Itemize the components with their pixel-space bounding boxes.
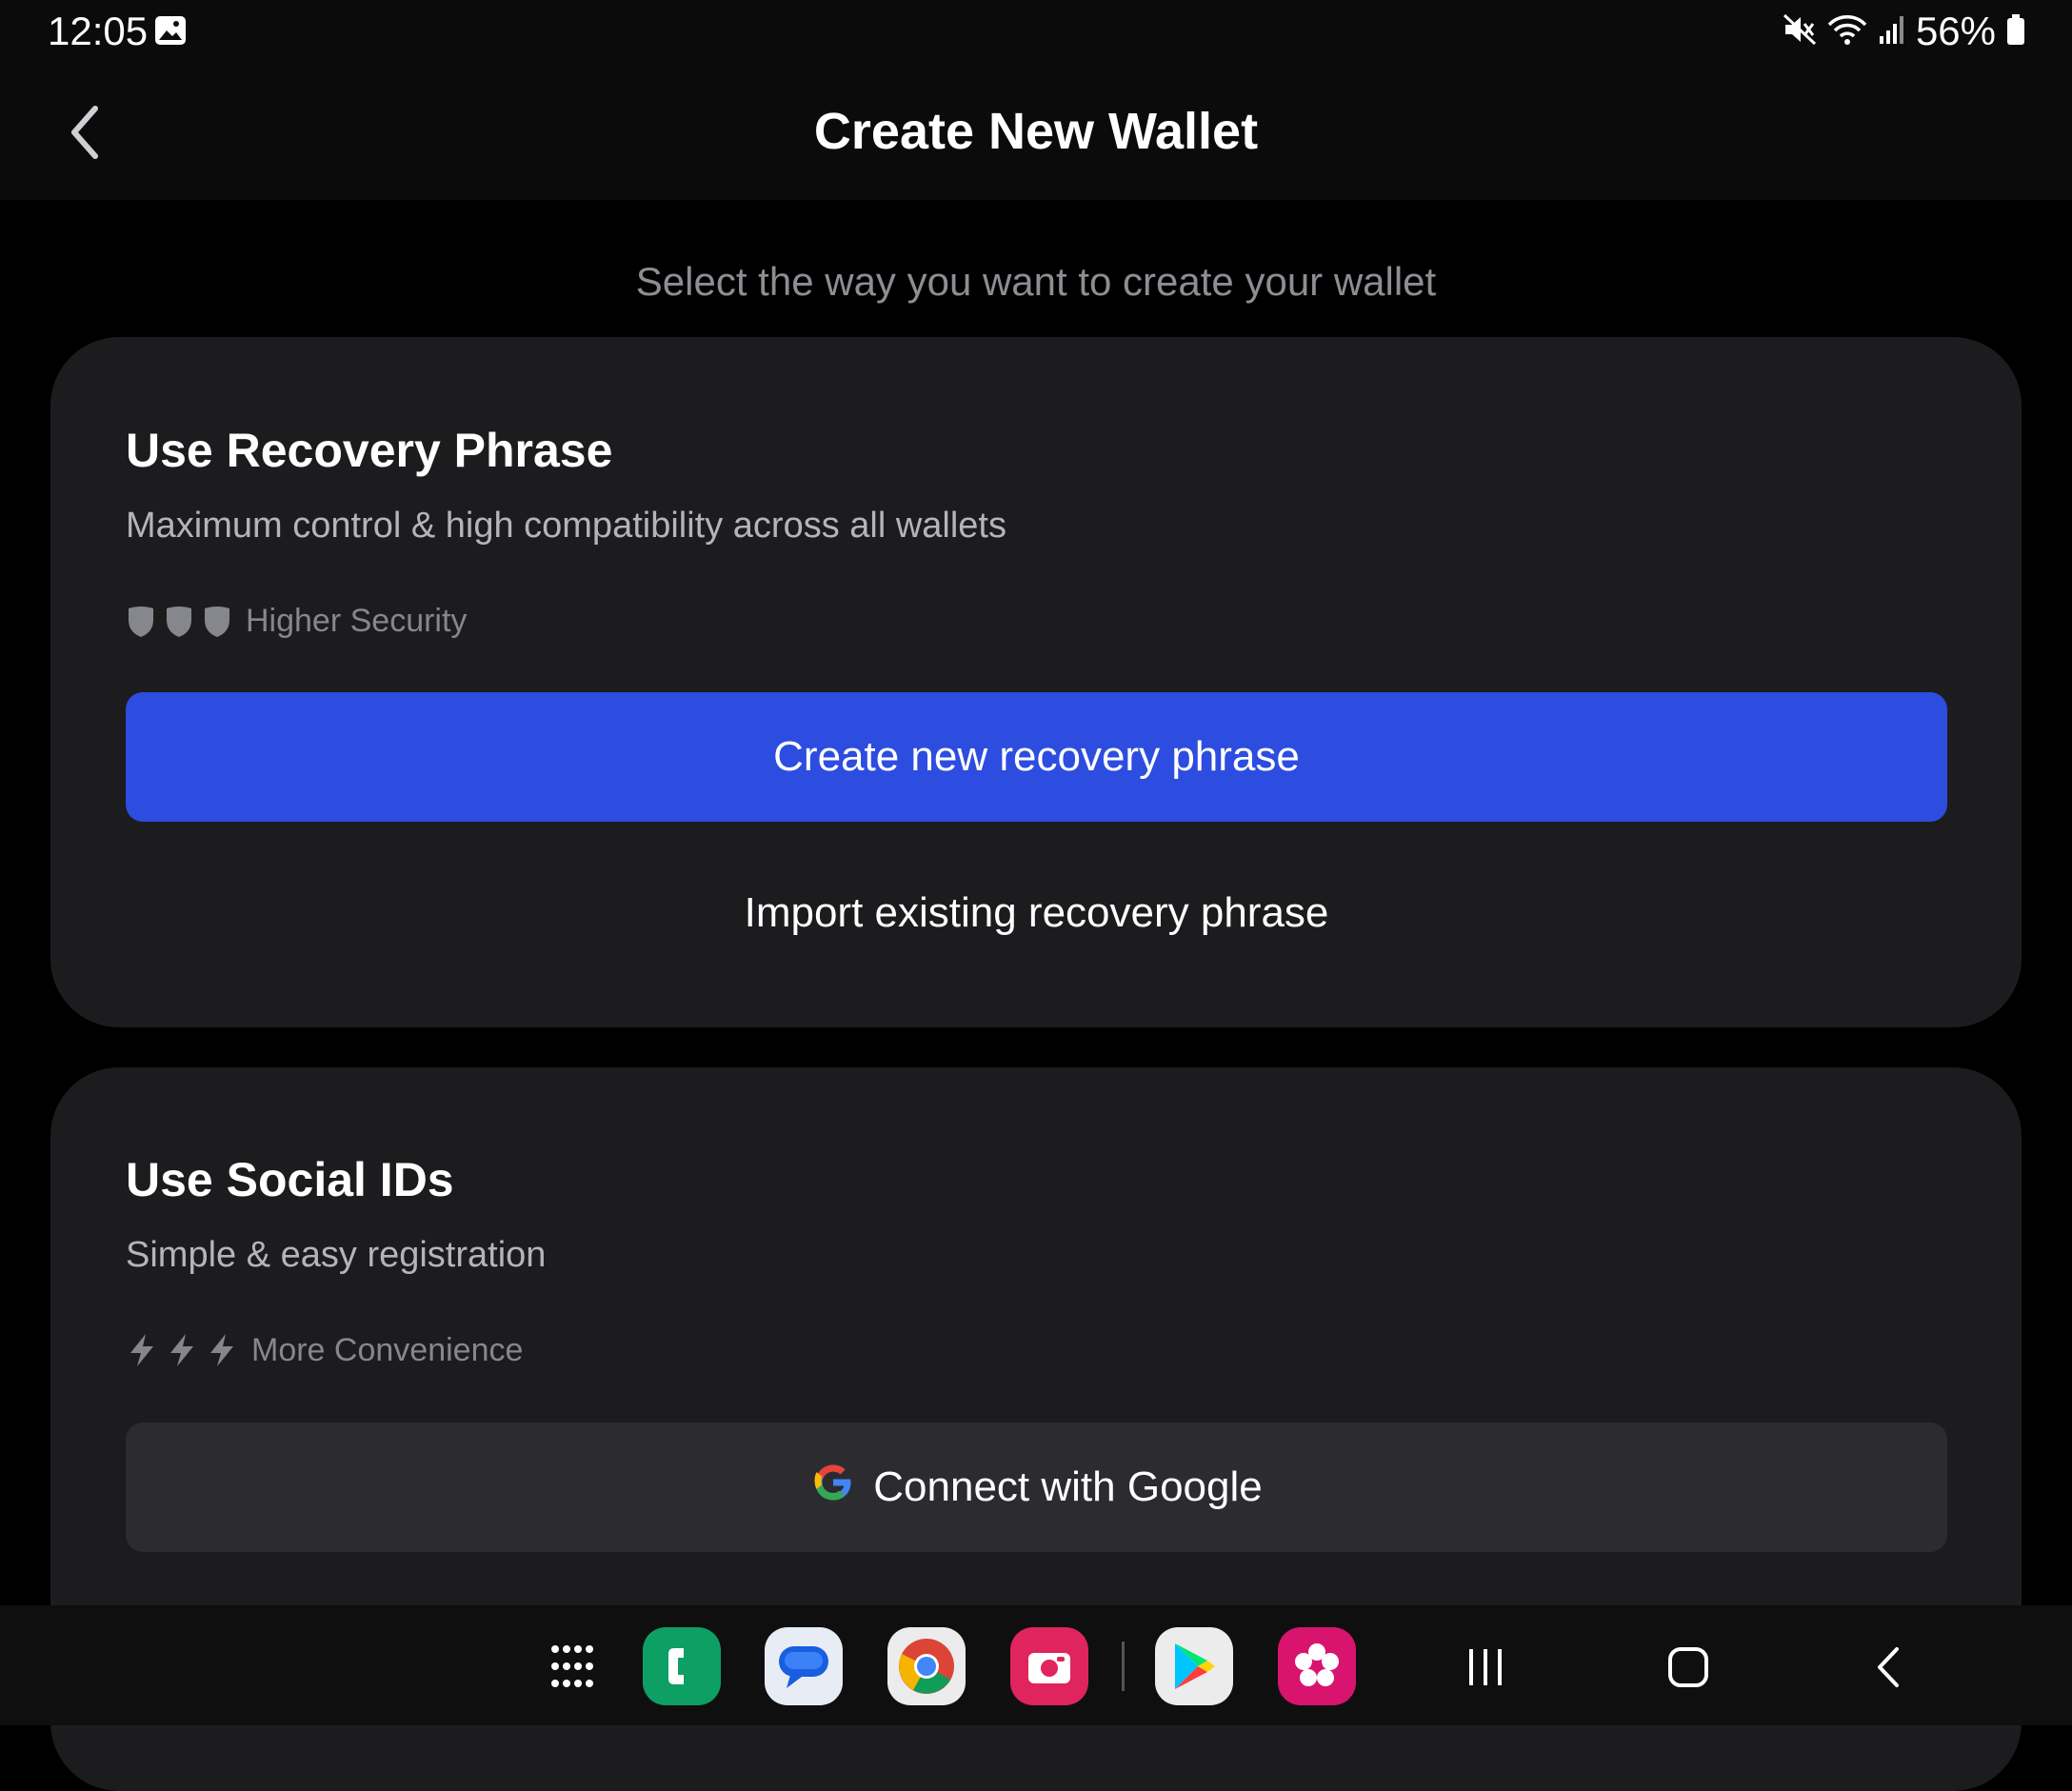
system-back-button[interactable] [1857,1634,1923,1701]
social-card-description: Simple & easy registration [126,1235,547,1275]
shield-icon [129,607,153,637]
status-icons: 56% [1783,8,2026,55]
connect-google-button[interactable]: Connect with Google [126,1423,1947,1552]
convenience-rating-label: More Convenience [251,1332,524,1368]
status-bar [0,0,2072,67]
import-recovery-phrase-button[interactable]: Import existing recovery phrase [126,866,1947,961]
camera-app-icon[interactable] [1010,1627,1088,1705]
security-rating-label: Higher Security [246,603,468,639]
shield-icon [205,607,229,637]
page-subtitle: Select the way you want to create your w… [635,259,1437,304]
recovery-phrase-card: Use Recovery Phrase Maximum control & hi… [50,337,2022,1027]
mute-icon [1783,13,1817,50]
app-drawer-icon[interactable] [533,1627,611,1705]
recovery-card-title: Use Recovery Phrase [126,424,613,477]
security-rating: Higher Security [126,600,467,642]
phone-app-icon[interactable] [643,1627,721,1705]
battery-percent: 56% [1915,9,1996,53]
messages-app-icon[interactable] [765,1627,843,1705]
page-title: Create New Wallet [813,103,1259,160]
lightning-icon [210,1334,233,1366]
lightning-icon [130,1334,153,1366]
status-time: 12:05 [48,9,149,53]
recents-button[interactable] [1452,1634,1519,1701]
convenience-rating: More Convenience [126,1329,523,1371]
shield-icon [167,607,191,637]
recovery-card-description: Maximum control & high compatibility acr… [126,506,1006,546]
signal-icon [1878,13,1906,50]
wifi-icon [1826,13,1868,50]
create-recovery-phrase-button[interactable]: Create new recovery phrase [126,692,1947,822]
dock-divider [1122,1642,1125,1691]
lightning-icon [170,1334,193,1366]
chrome-app-icon[interactable] [887,1627,966,1705]
gallery-icon [154,15,187,46]
connect-google-label: Connect with Google [873,1463,1263,1510]
battery-icon [2005,13,2026,50]
social-card-title: Use Social IDs [126,1153,454,1206]
play-store-app-icon[interactable] [1155,1627,1233,1705]
home-button[interactable] [1655,1634,1722,1701]
blossom-app-icon[interactable] [1278,1627,1356,1705]
google-icon [810,1460,856,1516]
